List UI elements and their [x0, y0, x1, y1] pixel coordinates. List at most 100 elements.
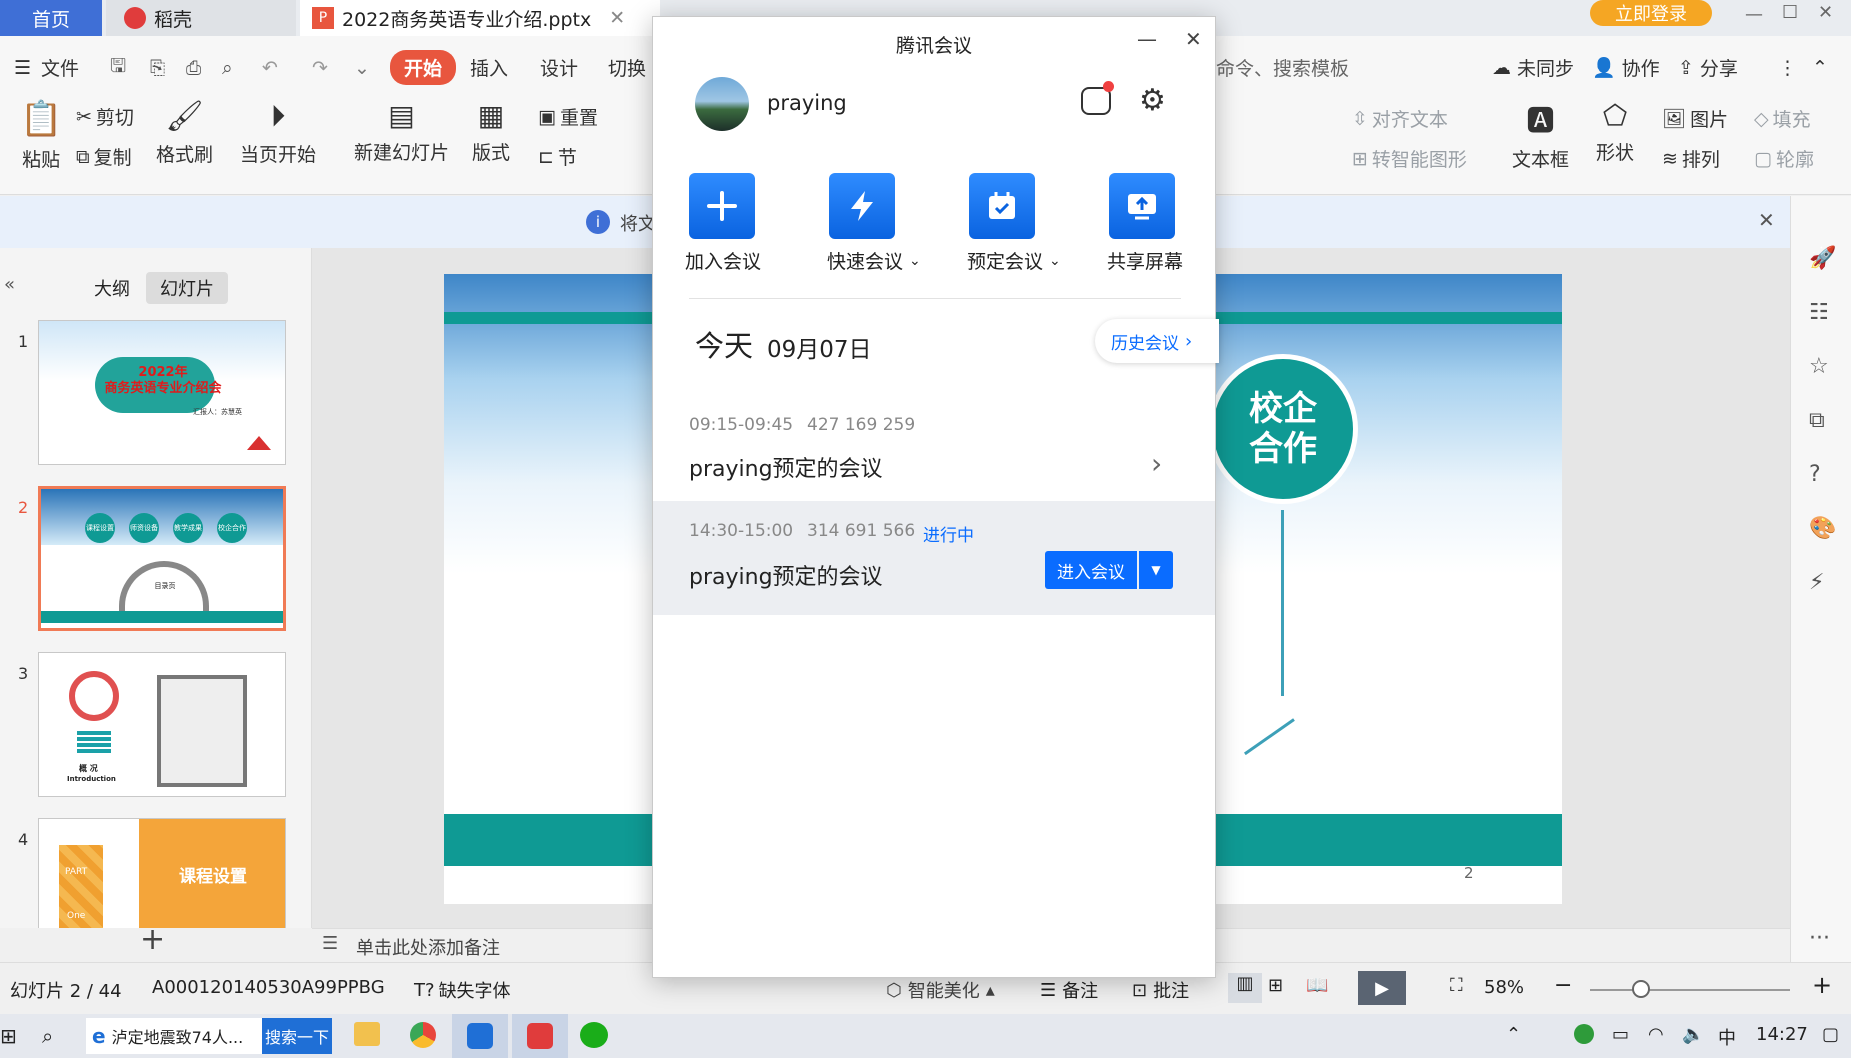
- more-icon[interactable]: ⋮: [1778, 36, 1797, 99]
- zoom-slider-track[interactable]: [1590, 989, 1790, 991]
- join-meeting-button[interactable]: [689, 173, 755, 239]
- smart-art-button[interactable]: ⊞ 转智能图形: [1352, 145, 1467, 172]
- unsynced-button[interactable]: ☁ 未同步: [1492, 36, 1574, 99]
- enter-meeting-dropdown[interactable]: ▼: [1139, 551, 1173, 589]
- volume-icon[interactable]: 🔈: [1682, 1024, 1704, 1045]
- layout-button[interactable]: ▦ 版式: [472, 99, 510, 165]
- missing-font-button[interactable]: T? 缺失字体: [414, 977, 511, 1003]
- tray-chevron-icon[interactable]: ⌃: [1506, 1024, 1521, 1045]
- tab-daoke[interactable]: 稻壳: [106, 0, 296, 36]
- reading-view-icon[interactable]: 📖: [1306, 975, 1328, 996]
- security-tray-icon[interactable]: [1574, 1024, 1594, 1044]
- schedule-meeting-label-wrap[interactable]: 预定会议 ⌄: [967, 247, 1061, 274]
- play-current-button[interactable]: ⏵ 当页开始: [240, 99, 316, 167]
- close-icon[interactable]: ✕: [609, 7, 625, 29]
- slide-thumbnail-1[interactable]: 2022年 商务英语专业介绍会 汇报人：苏慧英: [38, 320, 286, 465]
- outline-button[interactable]: ▢ 轮廓: [1754, 145, 1814, 172]
- add-slide-icon[interactable]: +: [140, 922, 165, 957]
- collab-button[interactable]: 👤 协作: [1592, 36, 1660, 99]
- meeting-item-2[interactable]: 14:30-15:00 314 691 566 进行中 praying预定的会议…: [653, 501, 1215, 615]
- outline-tab[interactable]: 大纲: [86, 272, 138, 304]
- slide-thumbnail-2[interactable]: 课程设置 师资设备 教学成果 校企合作 目录页: [38, 486, 286, 631]
- comment-button[interactable]: ⊡ 批注: [1132, 977, 1189, 1003]
- ime-indicator[interactable]: 中: [1718, 1024, 1736, 1050]
- schedule-meeting-button[interactable]: [969, 173, 1035, 239]
- cut-button[interactable]: ✂ 剪切: [76, 103, 134, 130]
- preview-icon[interactable]: ⌕: [222, 36, 233, 99]
- windows-start-icon[interactable]: ⊞: [0, 1024, 17, 1048]
- search-icon[interactable]: ⌕: [42, 1024, 53, 1048]
- share-button[interactable]: ⇪ 分享: [1678, 36, 1738, 99]
- redo-icon[interactable]: ↷: [312, 36, 328, 99]
- messages-icon[interactable]: [1081, 81, 1114, 115]
- paint-icon[interactable]: 🎨: [1809, 516, 1836, 541]
- file-explorer-icon[interactable]: [354, 1022, 380, 1046]
- chrome-icon[interactable]: [410, 1022, 436, 1048]
- settings-gear-icon[interactable]: ⚙: [1139, 83, 1166, 118]
- star-icon[interactable]: ☆: [1809, 354, 1829, 379]
- reset-button[interactable]: ▣ 重置: [538, 103, 598, 130]
- slides-icon[interactable]: ⧉: [1809, 408, 1825, 433]
- dialog-close-icon[interactable]: ✕: [1185, 27, 1202, 51]
- more-dropdown-icon[interactable]: ⌄: [354, 36, 370, 99]
- beautify-button[interactable]: ⬡ 智能美化 ▴: [886, 977, 995, 1003]
- close-window-icon[interactable]: ✕: [1818, 2, 1833, 23]
- shape-button[interactable]: ⬠ 形状: [1596, 99, 1634, 165]
- save-icon[interactable]: 🖫: [110, 36, 126, 99]
- normal-view-icon[interactable]: ▥: [1228, 973, 1262, 1003]
- tab-home[interactable]: 首页: [0, 0, 102, 36]
- tab-switch[interactable]: 切换: [608, 36, 646, 99]
- slides-tab[interactable]: 幻灯片: [146, 272, 228, 304]
- zoom-in-icon[interactable]: +: [1812, 971, 1832, 999]
- text-box-button[interactable]: 🅰 文本框: [1512, 99, 1569, 172]
- menu-file[interactable]: ☰ 文件: [14, 36, 79, 99]
- fit-window-icon[interactable]: ⛶: [1450, 975, 1463, 996]
- search-go-button[interactable]: 搜索一下: [262, 1018, 332, 1054]
- zoom-level[interactable]: 58%: [1484, 977, 1524, 998]
- rocket-icon[interactable]: 🚀: [1809, 246, 1836, 271]
- paste-button[interactable]: 📋 粘贴: [20, 99, 62, 172]
- print-icon[interactable]: ⎙: [186, 36, 201, 99]
- command-search[interactable]: 命令、搜索模板: [1216, 36, 1349, 99]
- avatar[interactable]: [695, 77, 749, 131]
- login-button[interactable]: 立即登录: [1590, 0, 1712, 26]
- enter-meeting-button[interactable]: 进入会议: [1045, 551, 1137, 589]
- clock[interactable]: 14:27: [1756, 1024, 1808, 1045]
- wps-taskbar-icon[interactable]: [512, 1014, 568, 1058]
- format-painter-button[interactable]: 🖌 格式刷: [156, 99, 213, 167]
- notice-close-icon[interactable]: ✕: [1758, 208, 1775, 232]
- collapse-panel-icon[interactable]: «: [4, 274, 15, 295]
- collapse-ribbon-icon[interactable]: ⌃: [1812, 36, 1828, 99]
- wechat-icon[interactable]: [580, 1022, 608, 1048]
- tab-document[interactable]: P 2022商务英语专业介绍.pptx ✕: [300, 0, 660, 36]
- zoom-slider-thumb[interactable]: [1632, 980, 1650, 998]
- picture-button[interactable]: 🖼 图片: [1662, 105, 1728, 132]
- grid-view-icon[interactable]: ⊞: [1268, 975, 1283, 996]
- new-slide-button[interactable]: ▤ 新建幻灯片: [354, 99, 449, 165]
- tencent-meeting-taskbar-icon[interactable]: [452, 1014, 508, 1058]
- tab-start[interactable]: 开始: [390, 36, 457, 99]
- wifi-icon[interactable]: ◠: [1648, 1024, 1664, 1045]
- minimize-window-icon[interactable]: —: [1745, 4, 1763, 25]
- more-horizontal-icon[interactable]: ···: [1809, 926, 1830, 951]
- dialog-minimize-icon[interactable]: —: [1137, 27, 1157, 51]
- history-meetings-button[interactable]: 历史会议 ›: [1095, 319, 1219, 363]
- arrange-button[interactable]: ≋ 排列: [1662, 145, 1720, 172]
- quick-meeting-button[interactable]: [829, 173, 895, 239]
- share-screen-button[interactable]: [1109, 173, 1175, 239]
- meeting-item-1[interactable]: 09:15-09:45 427 169 259 praying预定的会议 ›: [653, 397, 1215, 507]
- align-text-button[interactable]: ⇳ 对齐文本: [1352, 105, 1448, 132]
- quick-meeting-label-wrap[interactable]: 快速会议 ⌄: [827, 247, 921, 274]
- notes-toggle-button[interactable]: ☰ 备注: [1040, 977, 1098, 1003]
- lightning-icon[interactable]: ⚡: [1809, 570, 1824, 595]
- tab-design[interactable]: 设计: [540, 36, 578, 99]
- export-icon[interactable]: ⎘: [150, 36, 165, 99]
- zoom-out-icon[interactable]: −: [1554, 973, 1572, 998]
- undo-icon[interactable]: ↶: [262, 36, 278, 99]
- play-slideshow-button[interactable]: ▶: [1358, 971, 1406, 1005]
- help-icon[interactable]: ?: [1809, 462, 1821, 487]
- news-widget[interactable]: e 泸定地震致74人...: [86, 1018, 262, 1054]
- section-button[interactable]: ⊏ 节: [538, 143, 577, 170]
- slide-thumbnail-4[interactable]: PART One 课程设置: [38, 818, 286, 928]
- fill-button[interactable]: ◇ 填充: [1754, 105, 1811, 132]
